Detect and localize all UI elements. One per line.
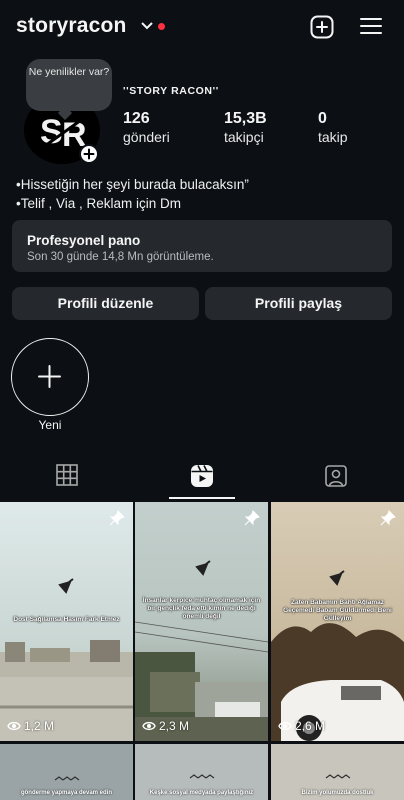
view-count-value: 2,6 M [295,719,326,733]
view-count-value: 2,3 M [159,719,190,733]
view-count-value: 1,2 M [24,719,55,733]
full-name: ''STORY RACON'' [123,85,219,97]
stat-following-label: takip [318,129,348,145]
reel-tile[interactable]: Zaten Babamın Bahtı Ağlamaz Geçemedi Bab… [271,502,404,741]
stat-posts[interactable]: 126 gönderi [123,109,170,147]
tab-reels[interactable] [135,455,269,499]
reel-caption: İnsanlar kerpiçe muhtaç olmamak için bir… [142,597,261,620]
pin-icon [380,510,396,526]
bio-line: •Hissetiğin her şeyi burada bulacaksın” [16,177,249,192]
stat-posts-count: 126 [123,110,150,127]
stat-followers[interactable]: 15,3B takipçi [224,109,267,147]
dashboard-subtitle: Son 30 günde 14,8 Mn görüntüleme. [27,251,214,263]
stat-following[interactable]: 0 takip [318,109,348,147]
tagged-icon [325,465,347,487]
add-story-button[interactable] [79,144,99,164]
reel-caption: gönderme yapmaya devam edin [20,790,113,796]
reel-caption: Keşke sosyal medyada paylaştığınız [149,790,254,796]
pin-icon [244,510,260,526]
create-icon[interactable] [310,15,334,39]
professional-dashboard[interactable]: Profesyonel pano Son 30 günde 14,8 Mn gö… [12,220,392,272]
new-highlight-button[interactable] [11,338,89,416]
eye-icon [278,721,292,731]
reel-tile[interactable]: gönderme yapmaya devam edin [0,744,133,800]
view-count: 2,6 M [278,719,325,733]
eye-icon [142,721,156,731]
bio-line: •Telif , Via , Reklam için Dm [16,196,182,211]
profile-header: storyracon [0,0,404,56]
tab-grid[interactable] [0,455,134,499]
reel-caption: Bizim yolumuzda dostluk [301,790,374,796]
reel-tile[interactable]: Bizim yolumuzda dostluk [271,744,404,800]
stat-followers-count: 15,3B [224,110,267,127]
profile-tabs [0,455,404,499]
view-count: 2,3 M [142,719,189,733]
reel-caption: Dost Sağılamsa Hasım Fark Etmez [13,616,120,623]
note-bubble[interactable]: Ne yenilikler var? [26,59,112,111]
dashboard-title: Profesyonel pano [27,233,141,248]
tab-tagged[interactable] [270,455,404,499]
eye-icon [7,721,21,731]
active-tab-indicator [169,497,235,499]
plus-icon [38,365,61,388]
reel-tile[interactable]: İnsanlar kerpiçe muhtaç olmamak için bir… [135,502,268,741]
stat-followers-label: takipçi [224,129,264,145]
grid-icon [56,464,78,486]
username-title[interactable]: storyracon [16,14,127,38]
bio: •Hissetiğin her şeyi burada bulacaksın” … [16,175,249,213]
reel-thumbnail [135,502,268,741]
edit-profile-button[interactable]: Profili düzenle [12,287,199,320]
stat-posts-label: gönderi [123,129,170,145]
stat-following-count: 0 [318,110,327,127]
notification-dot [158,23,165,30]
chevron-down-icon[interactable] [140,20,154,32]
reel-tile[interactable]: Keşke sosyal medyada paylaştığınız [135,744,268,800]
reels-icon [191,465,213,487]
plus-icon [83,148,95,160]
share-profile-button[interactable]: Profili paylaş [205,287,392,320]
menu-icon[interactable] [360,16,382,36]
pin-icon [109,510,125,526]
reel-caption: Zaten Babamın Bahtı Ağlamaz Geçemedi Bab… [283,599,392,622]
view-count: 1,2 M [7,719,54,733]
new-highlight-label: Yeni [38,418,62,432]
reel-tile[interactable]: Dost Sağılamsa Hasım Fark Etmez 1,2 M [0,502,133,741]
